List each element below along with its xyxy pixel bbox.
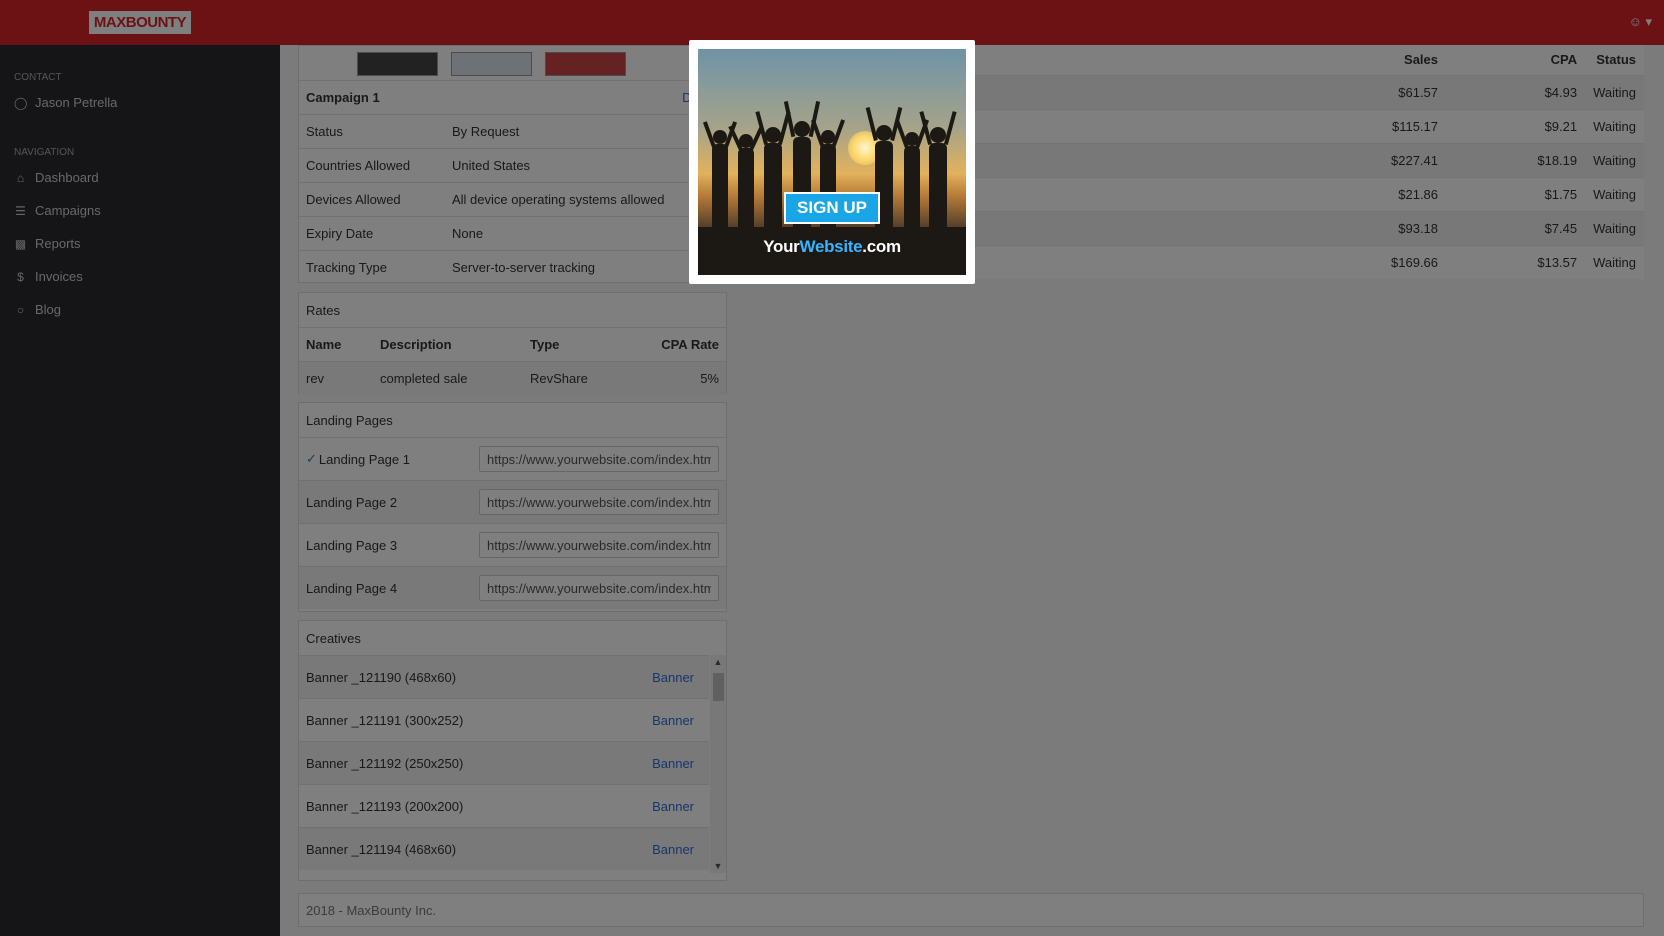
ad-brand-text: YourWebsite.com	[698, 237, 966, 257]
ad-modal: SIGN UP YourWebsite.com	[689, 40, 975, 284]
ad-banner-image[interactable]: SIGN UP YourWebsite.com	[698, 49, 966, 275]
brand-part-your: Your	[763, 237, 800, 256]
brand-part-website: Website	[799, 237, 863, 256]
brand-part-com: .com	[862, 237, 901, 256]
sign-up-button[interactable]: SIGN UP	[784, 192, 880, 224]
